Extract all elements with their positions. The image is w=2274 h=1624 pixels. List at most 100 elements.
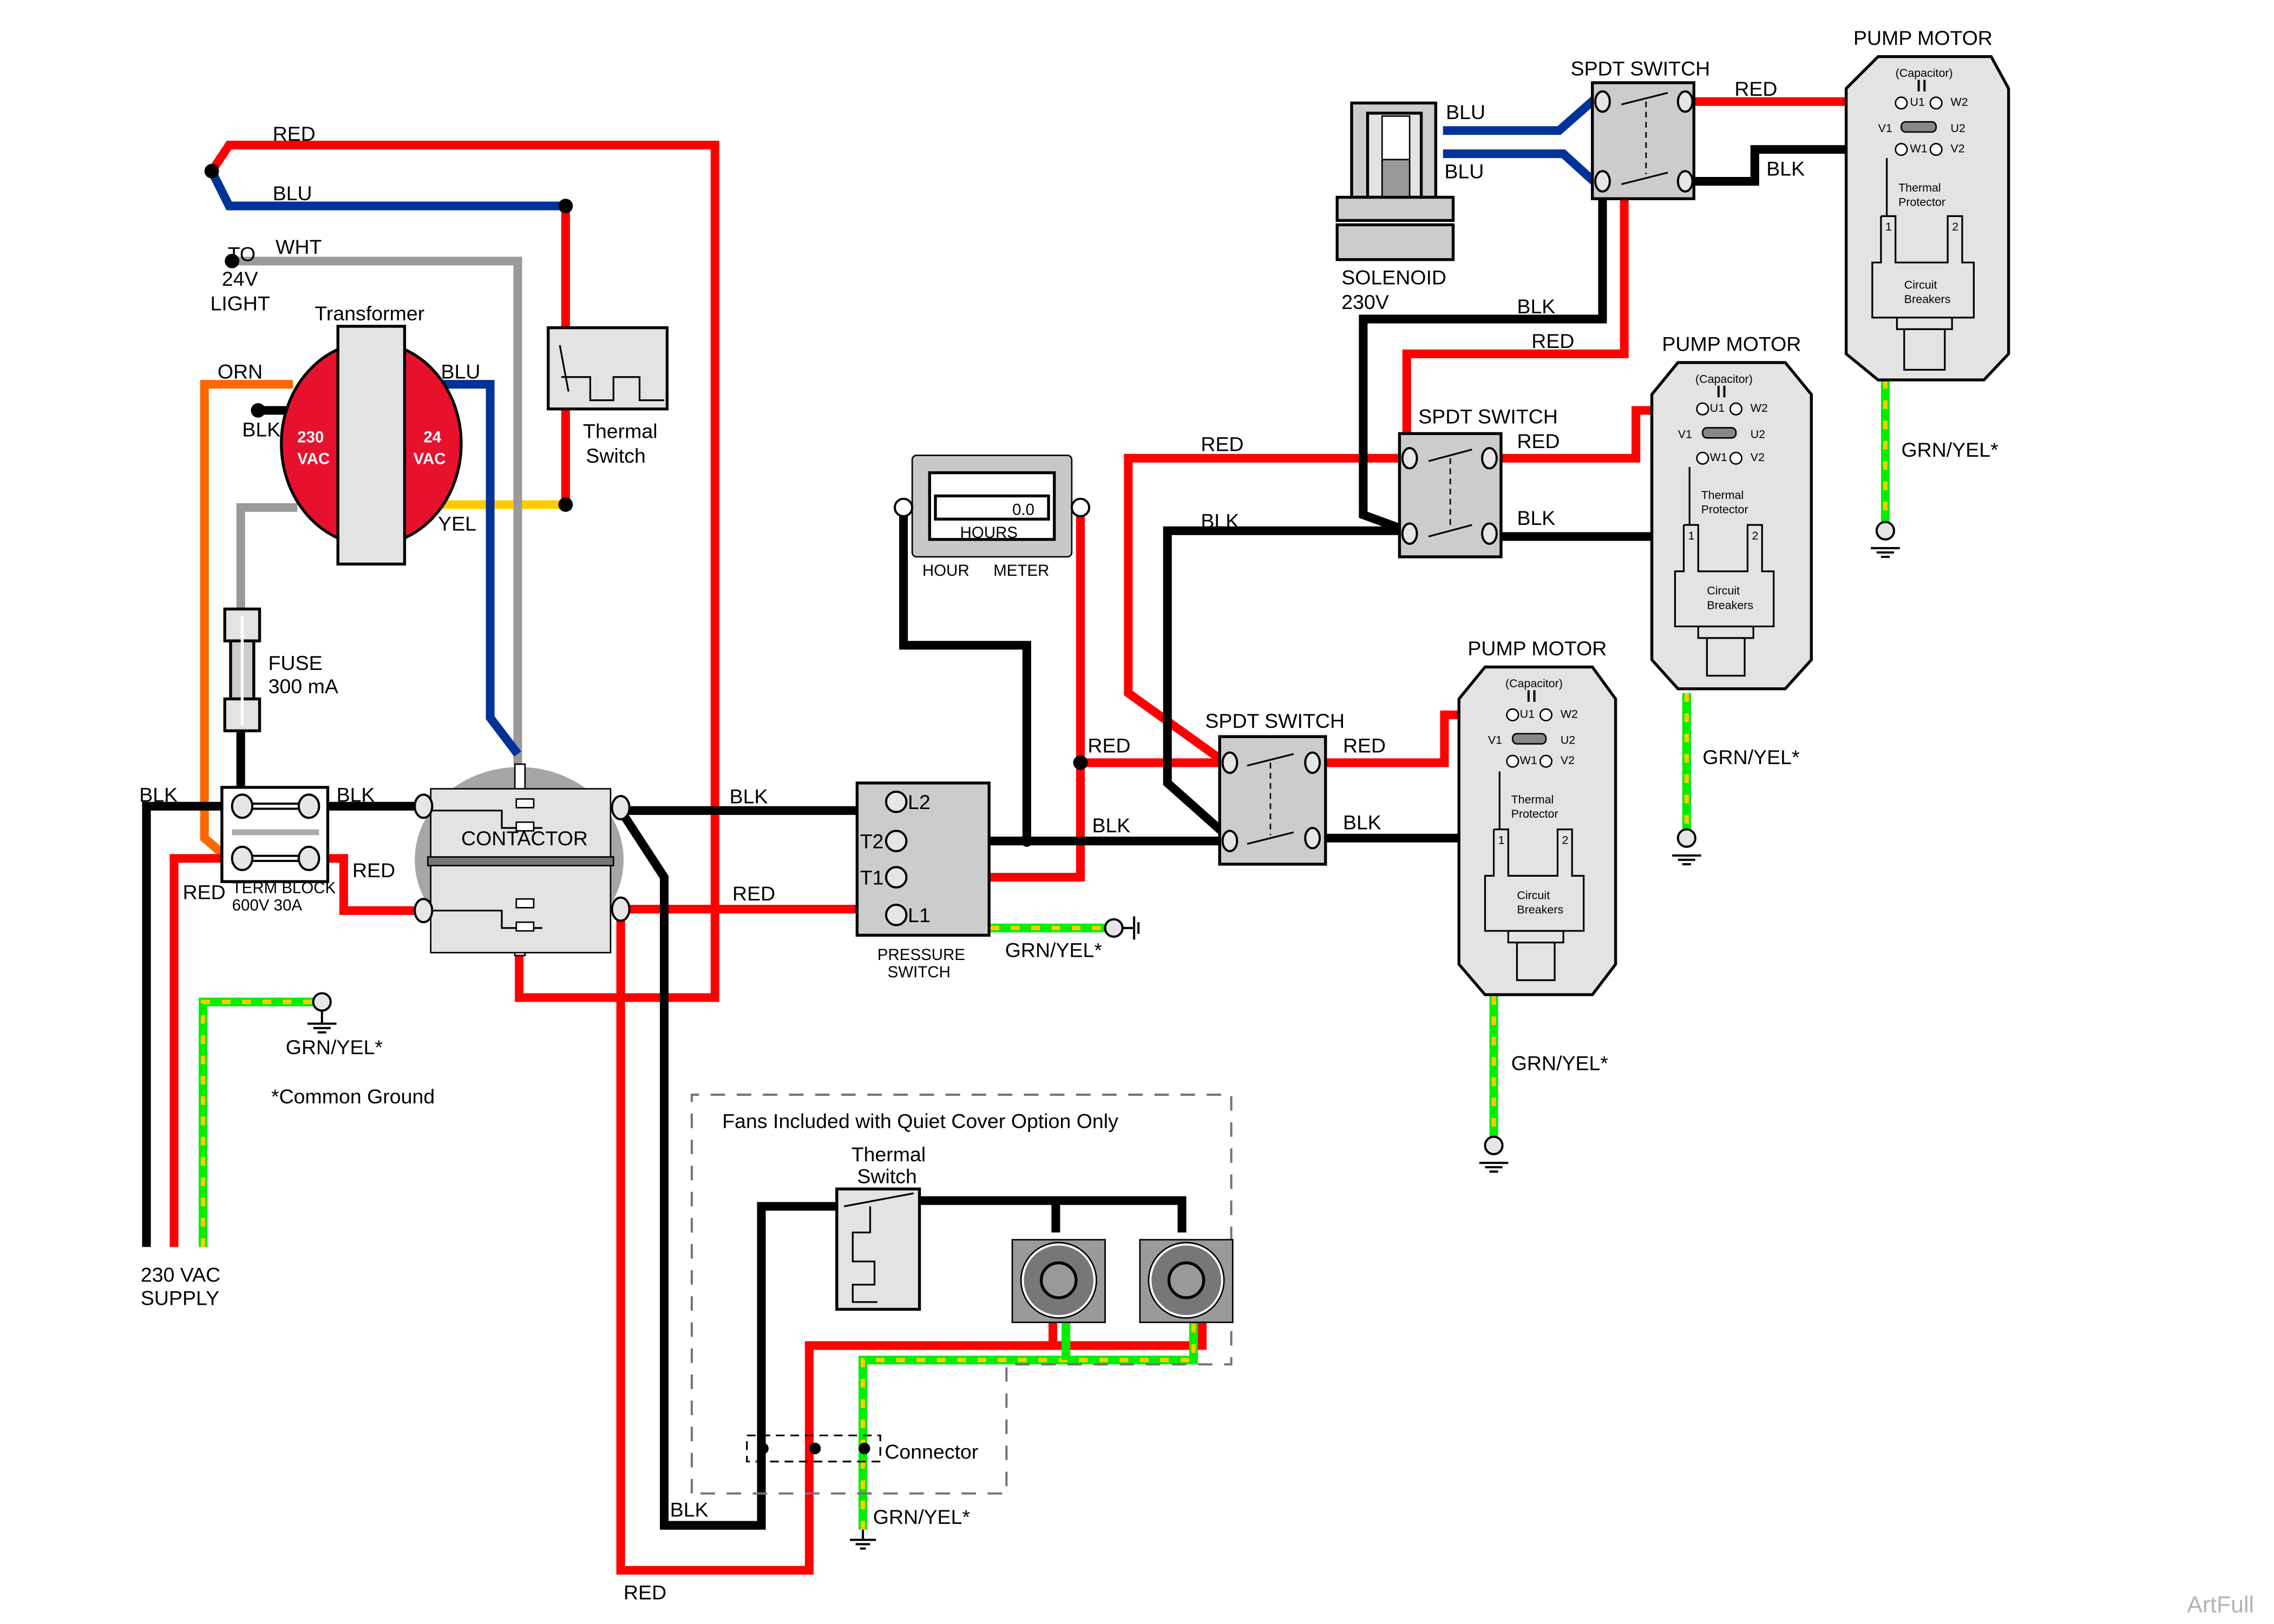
terminal-u2: U2 <box>1751 428 1765 440</box>
term-block-bar <box>232 829 319 836</box>
contactor-title: CONTACTOR <box>461 827 588 850</box>
solenoid-label-2: 230V <box>1341 291 1389 313</box>
ground-pressure <box>1104 916 1140 940</box>
label-red-spdt2-in: RED <box>1201 432 1243 455</box>
terminal-u1: U1 <box>1910 96 1925 109</box>
terminal-v2: V2 <box>1751 451 1765 464</box>
label-blk-transformer: BLK <box>242 418 280 441</box>
screw-icon <box>1221 751 1238 774</box>
wire-ground-fans <box>859 1322 1198 1530</box>
label-red-pump3: RED <box>1343 734 1386 757</box>
label-blk-supply: BLK <box>139 784 178 806</box>
screw-icon <box>297 845 320 871</box>
thermal-protector-label-1: Thermal <box>1511 793 1554 806</box>
fans-section: Fans Included with Quiet Cover Option On… <box>690 1093 1234 1495</box>
pump-motor-title: PUMP MOTOR <box>1662 333 1801 356</box>
solenoid-base-top <box>1335 195 1455 222</box>
junction-dot <box>558 497 573 512</box>
hour-meter-unit: HOURS <box>960 524 1018 542</box>
transformer-title: Transformer <box>314 302 424 325</box>
term-block: TERM BLOCK 600V 30A <box>220 786 336 915</box>
winding-icon <box>1901 121 1937 133</box>
terminal-screw <box>1696 402 1709 416</box>
terminal-w2: W2 <box>1561 707 1578 720</box>
transformer-secondary-unit: VAC <box>414 450 446 468</box>
fans-thermal-label-1: Thermal <box>851 1143 926 1166</box>
label-blu-solenoid-a: BLU <box>1446 101 1485 123</box>
spdt-switch-3: SPDT SWITCH <box>1205 709 1345 866</box>
thermal-protector-label-2: Protector <box>1898 196 1945 209</box>
pump-motor-title: PUMP MOTOR <box>1853 27 1993 49</box>
fuse: FUSE 300 mA <box>223 607 338 733</box>
thermal-protector-label-2: Protector <box>1701 503 1748 516</box>
label-red-top: RED <box>273 122 316 145</box>
screw-icon <box>1304 751 1321 774</box>
label-yel: YEL <box>438 512 476 535</box>
thermal-protector-label-2: Protector <box>1511 807 1558 820</box>
screw-icon <box>1481 522 1498 545</box>
terminal-2: 2 <box>1952 220 1958 233</box>
terminal-w1: W1 <box>1520 754 1537 767</box>
screw-icon <box>884 903 908 926</box>
hour-meter: 0.0 HOURS HOUR METER <box>894 455 1091 580</box>
fuse-title: FUSE <box>268 652 323 674</box>
terminal-1: 1 <box>1885 220 1892 233</box>
terminal-v2: V2 <box>1561 754 1575 767</box>
label-orn: ORN <box>218 360 263 383</box>
connector-pin <box>757 1442 769 1455</box>
solenoid-base-bottom <box>1335 223 1455 261</box>
screw-icon <box>297 793 320 819</box>
spdt-switch-title: SPDT SWITCH <box>1418 405 1558 428</box>
label-blk-spdt2-in: BLK <box>1201 509 1239 532</box>
light-label-2: 24V <box>222 267 258 290</box>
circuit-breaker-label-2: Breakers <box>1517 903 1563 916</box>
screw-icon <box>414 898 434 924</box>
terminal-t1: T1 <box>860 866 884 889</box>
pressure-switch-label-1: PRESSURE <box>877 946 965 964</box>
label-grn-yel-pump2: GRN/YEL* <box>1702 746 1799 768</box>
fans-thermal-label-2: Switch <box>857 1165 916 1187</box>
terminal-l1: L1 <box>908 904 930 926</box>
contactor-stem-top <box>514 763 526 790</box>
terminal-t2: T2 <box>860 830 884 852</box>
ground-screw-icon <box>1676 828 1697 848</box>
circuit-breaker-label-1: Circuit <box>1517 889 1550 902</box>
label-blu-top: BLU <box>273 182 312 205</box>
circuit-breaker-label-1: Circuit <box>1707 584 1740 597</box>
screw-icon <box>884 866 908 889</box>
terminal-screw <box>1729 451 1743 465</box>
terminal-screw <box>1539 754 1553 768</box>
hour-meter-reading: 0.0 <box>1012 501 1034 518</box>
terminal-1: 1 <box>1498 833 1505 846</box>
label-grn-yel-supply: GRN/YEL* <box>286 1036 383 1058</box>
screw-icon <box>1594 170 1611 193</box>
label-blu-transformer: BLU <box>441 360 480 383</box>
terminal-w2: W2 <box>1751 402 1768 415</box>
fans-section-title: Fans Included with Quiet Cover Option On… <box>722 1110 1118 1133</box>
winding-icon <box>1512 733 1547 745</box>
hour-meter-caption-right: METER <box>993 562 1049 580</box>
terminal-screw <box>1506 754 1519 768</box>
ground-pump1 <box>1871 521 1900 558</box>
hour-meter-caption-left: HOUR <box>922 562 969 580</box>
pump-motor-1: PUMP MOTOR (Capacitor) U1 W2 V1 U2 W1 V2… <box>1844 27 2010 382</box>
spdt-switch-title: SPDT SWITCH <box>1205 709 1345 732</box>
terminal-v1: V1 <box>1878 122 1892 135</box>
capacitor-label: (Capacitor) <box>1695 372 1753 385</box>
label-grn-yel-fans: GRN/YEL* <box>873 1505 970 1528</box>
ground-screw-icon <box>1484 1135 1504 1155</box>
label-blk-t2: BLK <box>1092 814 1130 837</box>
contactor-divider <box>427 856 614 866</box>
screw-icon <box>611 896 631 922</box>
screw-icon <box>1594 90 1611 113</box>
terminal-screw <box>1729 402 1743 416</box>
transformer-primary-v: 230 <box>297 428 324 446</box>
supply-label-1: 230 VAC <box>141 1264 220 1286</box>
fan-hub <box>1167 1261 1205 1299</box>
thermal-switch-label-2: Switch <box>586 444 645 467</box>
ground-screw-icon <box>312 992 332 1012</box>
thermal-protector-label-1: Thermal <box>1701 489 1744 502</box>
junction-dot <box>558 199 573 213</box>
label-red-spdt1-feed: RED <box>1531 330 1574 352</box>
connector-label: Connector <box>884 1440 978 1463</box>
